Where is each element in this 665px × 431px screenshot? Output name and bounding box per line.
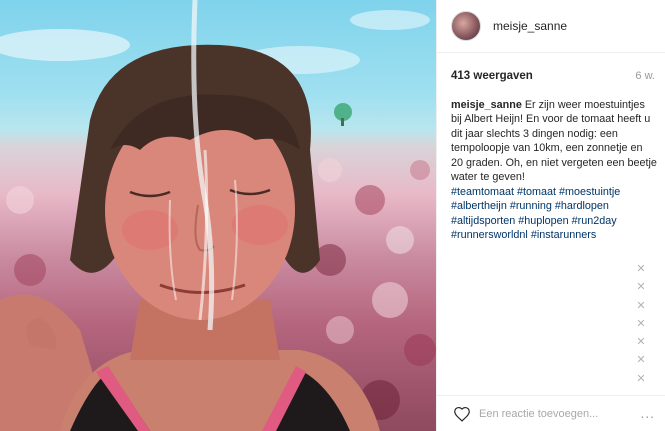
hashtag-link[interactable]: #instarunners [531,229,596,241]
post-media[interactable] [0,0,436,431]
header-username[interactable]: meisje_sanne [493,19,567,33]
post-side-panel: meisje_sanne 413 weergaven 6 w. meisje_s… [436,0,665,431]
more-options-icon[interactable]: ... [641,407,655,421]
close-icon[interactable]: ✕ [635,333,647,351]
hashtag-list: #teamtomaat #tomaat #moestuintje #albert… [451,185,657,243]
hashtag-link[interactable]: #run2day [572,215,617,227]
close-icon[interactable]: ✕ [635,278,647,296]
close-icon[interactable]: ✕ [635,315,647,333]
comment-input[interactable] [479,407,641,420]
close-icon[interactable]: ✕ [635,260,647,278]
hashtag-link[interactable]: #hardlopen [555,200,609,212]
close-icon[interactable]: ✕ [635,351,647,369]
heart-icon[interactable] [453,406,471,422]
hashtag-link[interactable]: #altijdsporten [451,215,515,227]
hashtag-link[interactable]: #tomaat [517,186,556,198]
view-count[interactable]: 413 weergaven [451,70,533,82]
hashtag-link[interactable]: #runnersworldnl [451,229,528,241]
caption-username[interactable]: meisje_sanne [451,99,522,111]
hashtag-link[interactable]: #albertheijn [451,200,507,212]
close-icon[interactable]: ✕ [635,297,647,315]
close-icon[interactable]: ✕ [635,370,647,388]
hashtag-link[interactable]: #teamtomaat [451,186,514,198]
hashtag-link[interactable]: #moestuintje [559,186,620,198]
post-caption: meisje_sanne Er zijn weer moestuintjes b… [451,98,657,184]
post-age[interactable]: 6 w. [635,70,655,82]
views-row: 413 weergaven 6 w. [451,70,655,82]
post-header: meisje_sanne [437,0,665,53]
hashtag-link[interactable]: #huplopen [518,215,568,227]
hashtag-link[interactable]: #running [510,200,552,212]
media-image [0,0,436,431]
avatar[interactable] [451,11,481,41]
close-icon-list: ✕ ✕ ✕ ✕ ✕ ✕ ✕ [635,260,647,388]
comment-bar: ... [437,395,665,431]
caption-text: Er zijn weer moestuintjes bij Albert Hei… [451,99,657,184]
